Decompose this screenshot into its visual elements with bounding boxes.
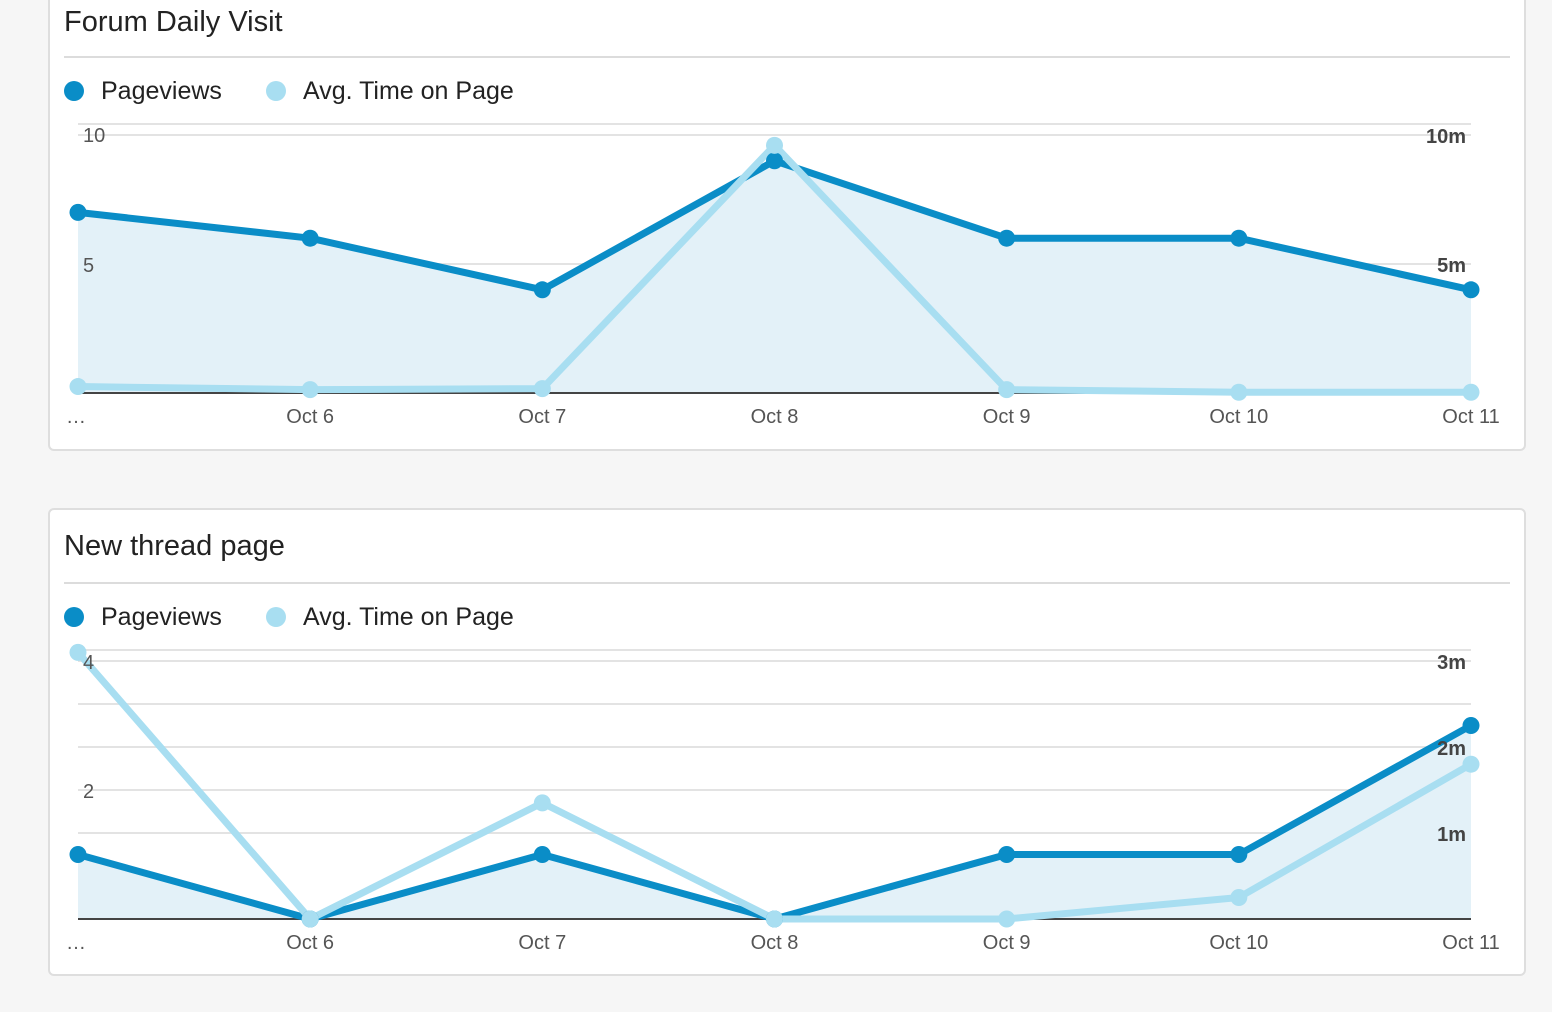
- right-axis-tick-label: 1m: [1437, 824, 1466, 846]
- x-axis-tick-label: Oct 6: [286, 932, 334, 954]
- pageviews-point: [1462, 717, 1480, 734]
- pageviews-point: [1230, 846, 1248, 863]
- pageviews-point: [69, 846, 87, 863]
- left-axis-tick-label: 4: [83, 652, 94, 674]
- new-thread-page-plot: 2 4 1m 2m 3m … Oct 6 Oct 7 Oct 8 Oct 9 Oct 10 Oct 1…: [66, 643, 1500, 954]
- pageviews-point: [998, 846, 1016, 863]
- right-axis-tick-label: 2m: [1437, 738, 1466, 760]
- x-axis-tick-label: Oct 9: [983, 932, 1031, 954]
- avg-time-point: [1230, 889, 1248, 906]
- avg-time-point: [533, 794, 551, 812]
- x-axis-tick-label: Oct 10: [1209, 932, 1268, 954]
- pageviews-point: [533, 846, 551, 863]
- right-axis-tick-label: 3m: [1437, 652, 1466, 674]
- x-axis-tick-label: Oct 7: [518, 932, 566, 954]
- avg-time-point: [301, 910, 319, 928]
- avg-time-point: [998, 910, 1016, 928]
- avg-time-point: [766, 910, 783, 928]
- x-axis-tick-label: Oct 8: [751, 932, 799, 954]
- left-axis-tick-label: 2: [83, 781, 94, 803]
- x-axis-tick-label: Oct 11: [1442, 932, 1499, 954]
- x-axis-tick-label: …: [66, 932, 86, 954]
